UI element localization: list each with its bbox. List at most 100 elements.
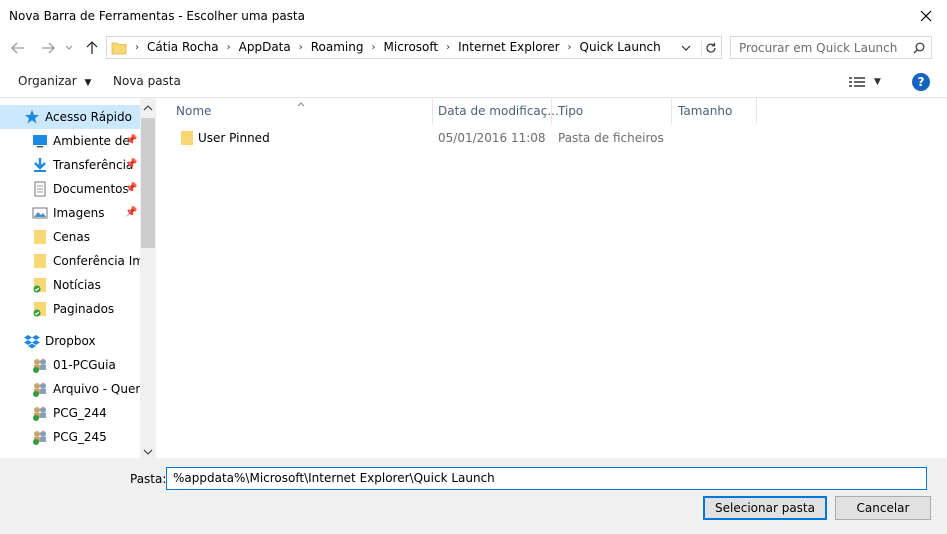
select-folder-button[interactable]: Selecionar pasta [703,496,827,520]
breadcrumb-item[interactable]: Internet Explorer [452,40,565,54]
column-header-size[interactable]: Tamanho [678,104,732,118]
search-input[interactable]: Procurar em Quick Launch [730,36,932,59]
nav-item-label: 01-PCGuia [53,358,116,372]
refresh-button[interactable] [701,40,720,55]
details-view-icon [849,77,865,87]
desktop-icon [33,135,47,148]
table-row[interactable]: User Pinned 05/01/2016 11:08 Pasta de fi… [156,126,766,150]
up-button[interactable] [82,37,102,59]
folder-synced-icon [33,302,46,317]
dialog-footer: Pasta: %appdata%\Microsoft\Internet Expl… [0,458,947,534]
column-divider[interactable] [432,98,433,124]
title-bar: Nova Barra de Ferramentas - Escolher uma… [0,0,947,32]
shared-folder-icon [33,407,46,421]
close-button[interactable] [912,4,940,28]
nav-item-documents[interactable]: Documentos 📌 [0,177,140,201]
breadcrumb-item[interactable]: Microsoft [378,40,445,54]
arrow-right-icon [42,42,55,54]
chevron-right-icon[interactable]: › [370,42,378,53]
caret-down-icon: ▼ [84,78,92,88]
column-header-date[interactable]: Data de modificaç... [438,104,559,118]
organize-label: Organizar [18,74,77,88]
address-bar[interactable]: › Cátia Rocha › AppData › Roaming › Micr… [106,36,722,59]
recent-locations-button[interactable] [62,37,76,59]
help-icon: ? [917,75,925,89]
folder-input-value: %appdata%\Microsoft\Internet Explorer\Qu… [173,471,495,485]
nav-item-label: Imagens [53,206,105,220]
search-icon [913,42,925,54]
folder-label: Pasta: [130,472,167,486]
nav-item-folder[interactable]: Cenas [0,225,140,249]
chevron-right-icon[interactable]: › [225,42,233,53]
folder-synced-icon [33,278,46,293]
nav-scrollbar[interactable] [140,98,156,458]
file-name: User Pinned [198,131,270,145]
arrow-left-icon [11,42,24,54]
breadcrumb-item[interactable]: Roaming [305,40,370,54]
breadcrumb-item[interactable]: Quick Launch [574,40,667,54]
nav-item-label: Paginados [53,302,115,316]
back-button[interactable] [8,37,28,59]
command-bar: Organizar ▼ Nova pasta ▼ ? [0,67,947,97]
chevron-down-icon [65,45,73,50]
chevron-right-icon[interactable]: › [133,42,141,53]
forward-button[interactable] [38,37,58,59]
column-divider[interactable] [671,98,672,124]
shared-folder-icon [33,383,46,397]
new-folder-button[interactable]: Nova pasta [113,74,181,88]
nav-item-label: Notícias [53,278,101,292]
scroll-down-arrow[interactable] [143,445,153,459]
sort-ascending-icon [297,96,305,110]
pin-icon: 📌 [125,159,138,170]
nav-item-folder[interactable]: Conferência Imp [0,249,140,273]
column-divider[interactable] [756,98,757,124]
nav-item-label: Acesso Rápido [45,110,132,124]
chevron-down-icon [681,45,691,51]
scroll-up-arrow[interactable] [143,101,153,115]
nav-item-label: Arquivo - Quem [53,382,140,396]
star-icon [25,110,39,124]
dropbox-icon [24,335,40,349]
window-title: Nova Barra de Ferramentas - Escolher uma… [9,9,305,23]
folder-icon [34,230,46,244]
help-button[interactable]: ? [912,73,930,91]
nav-item-label: Ambiente de [53,134,130,148]
folder-icon [111,42,127,55]
nav-item-downloads[interactable]: Transferência 📌 [0,153,140,177]
nav-item-label: Documentos [53,182,129,196]
nav-item-shared-folder[interactable]: Arquivo - Quem [0,377,140,401]
chevron-right-icon[interactable]: › [297,42,305,53]
arrow-up-icon [86,41,98,54]
address-dropdown-button[interactable] [681,42,691,56]
file-type: Pasta de ficheiros [558,131,664,145]
pin-icon: 📌 [125,207,138,218]
breadcrumb: › Cátia Rocha › AppData › Roaming › Micr… [133,40,667,54]
chevron-right-icon[interactable]: › [566,42,574,53]
nav-item-folder[interactable]: Paginados [0,297,140,321]
caret-down-icon: ▼ [874,77,881,87]
nav-item-pictures[interactable]: Imagens 📌 [0,201,140,225]
shared-folder-icon [33,359,46,373]
column-divider[interactable] [551,98,552,124]
nav-item-dropbox[interactable]: Dropbox [0,329,140,353]
nav-item-shared-folder[interactable]: 01-PCGuia [0,353,140,377]
nav-item-quick-access[interactable]: Acesso Rápido [0,105,140,129]
view-options-button[interactable]: ▼ [848,75,888,89]
nav-item-shared-folder[interactable]: PCG_244 [0,401,140,425]
column-header-type[interactable]: Tipo [558,104,583,118]
nav-item-folder[interactable]: Notícias [0,273,140,297]
folder-icon [181,131,193,145]
chevron-right-icon[interactable]: › [444,42,452,53]
folder-input[interactable]: %appdata%\Microsoft\Internet Explorer\Qu… [166,467,927,490]
nav-item-label: Conferência Imp [53,254,140,268]
chevron-up-icon [143,105,153,111]
close-icon [920,10,932,22]
organize-button[interactable]: Organizar ▼ [18,74,91,88]
nav-item-shared-folder[interactable]: PCG_245 [0,425,140,449]
breadcrumb-item[interactable]: Cátia Rocha [141,40,225,54]
column-header-name[interactable]: Nome [176,104,211,118]
nav-item-desktop[interactable]: Ambiente de 📌 [0,129,140,153]
cancel-button[interactable]: Cancelar [835,496,931,520]
scroll-thumb[interactable] [141,118,155,248]
breadcrumb-item[interactable]: AppData [233,40,297,54]
